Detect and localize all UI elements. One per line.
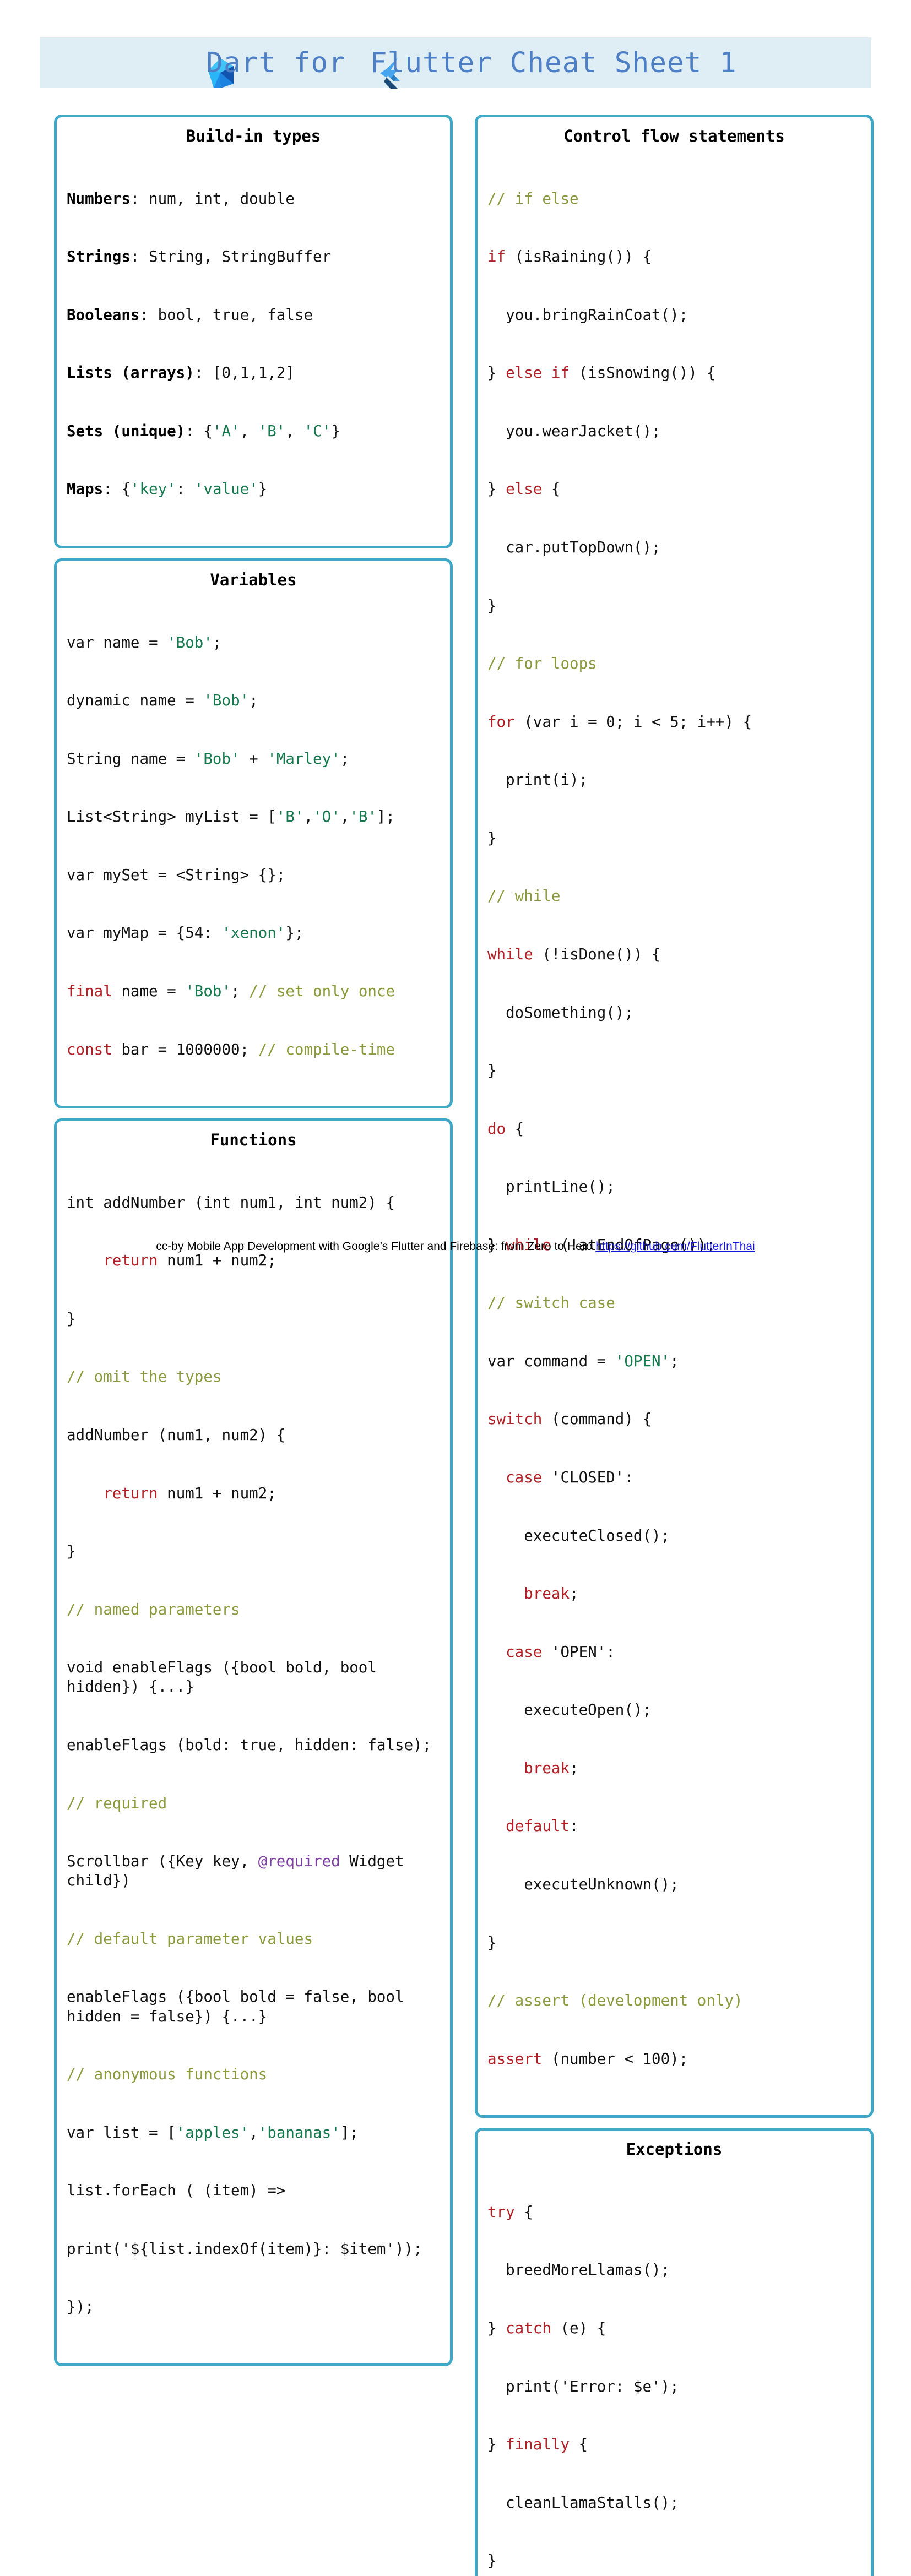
code-line: Scrollbar ({Key key, @required Widget ch…	[67, 1852, 414, 1890]
code-line: } else if (isSnowing()) {	[487, 364, 715, 382]
card-builtin-types: Build-in types Numbers: num, int, double…	[54, 115, 453, 548]
code-line: addNumber (num1, num2) {	[67, 1426, 286, 1444]
code-line: executeClosed();	[487, 1526, 670, 1545]
list-item: Booleans: bool, true, false	[67, 306, 313, 324]
code-line: // required	[67, 1794, 167, 1812]
footer-credit-text: cc-by Mobile App Development with Google…	[156, 1240, 596, 1253]
list-item: Numbers: num, int, double	[67, 189, 295, 208]
code-line: do {	[487, 1119, 524, 1138]
code-line: } catch (e) {	[487, 2319, 606, 2337]
dart-logo-icon	[174, 46, 234, 88]
footer-github-link[interactable]: https://github.com/FlutterInThai	[595, 1240, 755, 1253]
header-banner: Dart for Flutter Cheat Sheet 1	[40, 37, 871, 89]
code-line: return num1 + num2;	[103, 1252, 276, 1270]
code-line: breedMoreLlamas();	[487, 2261, 670, 2279]
code-line: var mySet = <String> {};	[67, 866, 286, 884]
code-line: print('${list.indexOf(item)}: $item'));	[67, 2240, 422, 2258]
code-line: you.wearJacket();	[487, 422, 661, 440]
list-item: Strings: String, StringBuffer	[67, 248, 332, 266]
code-line: list.forEach ( (item) =>	[67, 2182, 286, 2200]
code-line: case 'OPEN':	[506, 1643, 615, 1661]
code-line: if (isRaining()) {	[487, 248, 652, 266]
code-line: }	[487, 829, 497, 847]
code-line: });	[67, 2298, 94, 2316]
header-title-row: Dart for Flutter Cheat Sheet 1	[174, 46, 737, 89]
code-line: // if else	[487, 189, 579, 208]
code-line: for (var i = 0; i < 5; i++) {	[487, 713, 752, 731]
code-line: } else {	[487, 480, 561, 498]
code-line: return num1 + num2;	[103, 1484, 276, 1502]
card-title-exceptions: Exceptions	[626, 2140, 723, 2159]
control-flow-body: // if else if (isRaining()) { you.bringR…	[487, 150, 861, 2107]
code-line: dynamic name = 'Bob';	[67, 692, 258, 710]
card-title-variables: Variables	[210, 570, 297, 589]
page-title-dart: Dart for	[206, 46, 346, 79]
code-line: break;	[524, 1585, 579, 1603]
code-line: doSomething();	[487, 1003, 633, 1021]
code-line: String name = 'Bob' + 'Marley';	[67, 749, 350, 768]
code-line: }	[487, 1933, 497, 1952]
code-line: assert (number < 100);	[487, 2050, 688, 2068]
code-line: }	[67, 1309, 76, 1328]
card-title-functions: Functions	[210, 1131, 297, 1150]
code-line: var command = 'OPEN';	[487, 1352, 679, 1370]
right-column: Control flow statements // if else if (i…	[475, 115, 874, 2576]
code-line: cleanLlamaStalls();	[487, 2493, 679, 2512]
code-line: case 'CLOSED':	[506, 1469, 633, 1486]
code-line: while (!isDone()) {	[487, 945, 661, 963]
code-line: } finally {	[487, 2436, 588, 2454]
code-line: print(i);	[487, 771, 588, 789]
code-line: enableFlags (bold: true, hidden: false);	[67, 1736, 432, 1754]
card-exceptions: Exceptions try { breedMoreLlamas(); } ca…	[475, 2128, 874, 2576]
code-line: List<String> myList = ['B','O','B'];	[67, 808, 395, 826]
code-line: // default parameter values	[67, 1930, 313, 1948]
code-line: // named parameters	[67, 1600, 240, 1618]
list-item: Lists (arrays): [0,1,1,2]	[67, 364, 295, 382]
code-line: // for loops	[487, 655, 597, 673]
flutter-logo-icon	[347, 46, 400, 89]
code-line: switch (command) {	[487, 1410, 652, 1428]
card-variables: Variables var name = 'Bob'; dynamic name…	[54, 558, 453, 1109]
code-line: printLine();	[487, 1178, 615, 1196]
code-line: var myMap = {54: 'xenon'};	[67, 924, 304, 942]
list-item: Sets (unique): {'A', 'B', 'C'}	[67, 422, 340, 440]
code-line: break;	[524, 1759, 579, 1777]
code-line: default:	[506, 1817, 579, 1835]
code-line: print('Error: $e');	[487, 2377, 679, 2395]
builtin-types-body: Numbers: num, int, double Strings: Strin…	[67, 150, 440, 538]
card-title-builtin-types: Build-in types	[186, 127, 321, 145]
code-line: }	[67, 1542, 76, 1561]
code-line: executeOpen();	[487, 1701, 652, 1719]
code-line: // anonymous functions	[67, 2066, 268, 2084]
code-line: var list = ['apples','bananas'];	[67, 2123, 359, 2142]
code-line: void enableFlags ({bool bold, bool hidde…	[67, 1659, 386, 1696]
card-functions: Functions int addNumber (int num1, int n…	[54, 1118, 453, 2366]
code-line: you.bringRainCoat();	[487, 306, 688, 324]
list-item: Maps: {'key': 'value'}	[67, 480, 268, 498]
exceptions-body: try { breedMoreLlamas(); } catch (e) { p…	[487, 2164, 861, 2576]
code-line: int addNumber (int num1, int num2) {	[67, 1193, 395, 1211]
footer: cc-by Mobile App Development with Google…	[0, 1240, 911, 1253]
code-line: var name = 'Bob';	[67, 633, 222, 651]
code-line: final name = 'Bob'; // set only once	[67, 982, 395, 1000]
code-line: const bar = 1000000; // compile-time	[67, 1040, 395, 1058]
code-line: }	[487, 596, 497, 615]
code-line: enableFlags ({bool bold = false, bool hi…	[67, 1988, 414, 2025]
code-line: // while	[487, 887, 561, 905]
card-control-flow: Control flow statements // if else if (i…	[475, 115, 874, 2118]
code-line: executeUnknown();	[487, 1875, 679, 1893]
card-title-control-flow: Control flow statements	[563, 127, 785, 145]
variables-body: var name = 'Bob'; dynamic name = 'Bob'; …	[67, 594, 440, 1098]
code-line: // assert (development only)	[487, 1992, 743, 2010]
code-line: // omit the types	[67, 1368, 222, 1386]
code-line: car.putTopDown();	[487, 539, 661, 556]
code-line: // switch case	[487, 1294, 615, 1312]
code-line: try {	[487, 2203, 533, 2221]
functions-body: int addNumber (int num1, int num2) { ret…	[67, 1154, 440, 2356]
page-title-flutter: Flutter Cheat Sheet 1	[370, 46, 737, 79]
code-line: }	[487, 1062, 497, 1080]
code-line: }	[487, 2552, 497, 2570]
